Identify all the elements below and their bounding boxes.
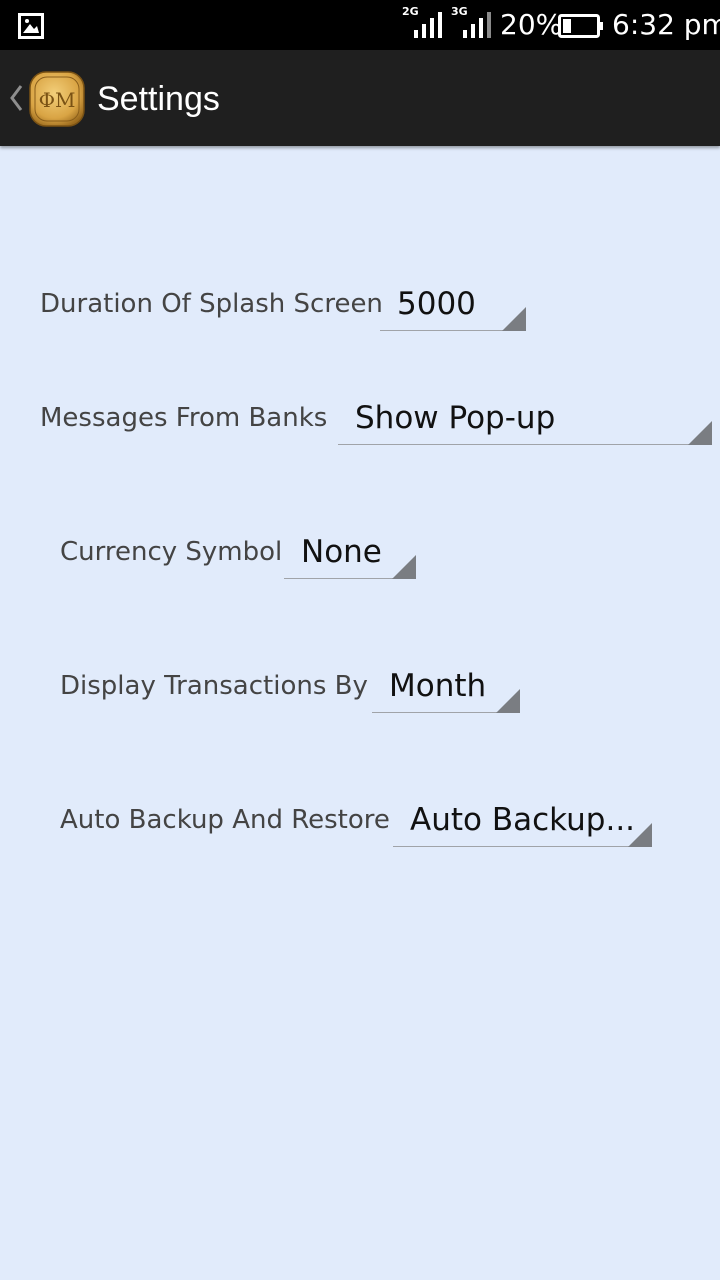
battery-icon — [558, 14, 604, 42]
clock: 6:32 pm — [612, 8, 720, 41]
currency-symbol-label: Currency Symbol — [60, 537, 283, 567]
app-logo-icon[interactable]: ΦM — [28, 70, 86, 132]
action-bar: ΦM Settings — [0, 50, 720, 146]
gallery-icon — [18, 13, 44, 43]
dropdown-arrow-icon — [496, 689, 520, 713]
auto-backup-spinner[interactable]: Auto Backup... — [393, 797, 652, 847]
splash-duration-value: 5000 — [397, 286, 476, 322]
back-chevron-icon[interactable] — [8, 84, 24, 116]
signal-icon — [463, 12, 491, 38]
spinner-underline — [393, 846, 652, 847]
status-bar: 2G 3G 20% 6:32 pm — [0, 0, 720, 50]
dropdown-arrow-icon — [392, 555, 416, 579]
spinner-underline — [338, 444, 712, 445]
splash-duration-spinner[interactable]: 5000 — [380, 281, 526, 331]
display-transactions-value: Month — [389, 668, 487, 704]
auto-backup-value: Auto Backup... — [410, 802, 636, 838]
bank-messages-label: Messages From Banks — [40, 403, 328, 433]
dropdown-arrow-icon — [688, 421, 712, 445]
dropdown-arrow-icon — [502, 307, 526, 331]
splash-duration-label: Duration Of Splash Screen — [40, 289, 383, 319]
logo-text: ΦM — [39, 88, 76, 112]
auto-backup-label: Auto Backup And Restore — [60, 805, 390, 835]
display-transactions-label: Display Transactions By — [60, 671, 368, 701]
currency-symbol-spinner[interactable]: None — [284, 529, 416, 579]
battery-percent: 20% — [500, 8, 563, 41]
currency-symbol-value: None — [301, 534, 382, 570]
signal-icon — [414, 12, 442, 38]
bank-messages-value: Show Pop-up — [355, 400, 556, 436]
bank-messages-spinner[interactable]: Show Pop-up — [338, 395, 712, 445]
display-transactions-spinner[interactable]: Month — [372, 663, 520, 713]
dropdown-arrow-icon — [628, 823, 652, 847]
page-title: Settings — [97, 80, 220, 118]
